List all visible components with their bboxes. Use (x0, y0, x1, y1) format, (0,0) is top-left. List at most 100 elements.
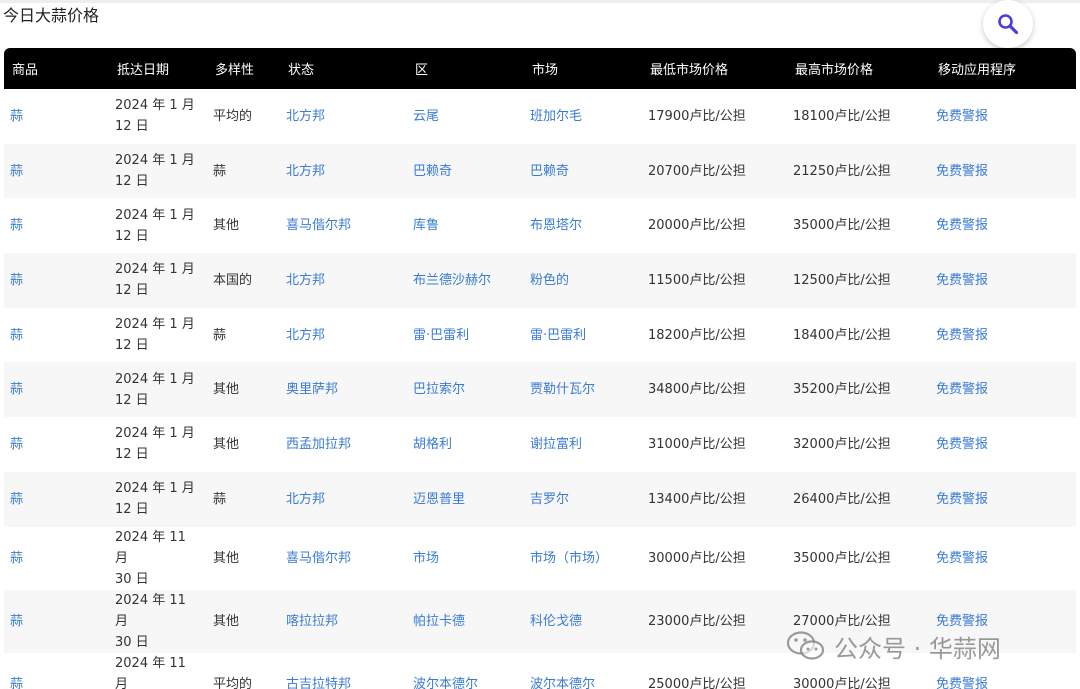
commodity-link[interactable]: 蒜 (10, 437, 23, 452)
column-header-min-price[interactable]: 最低市场价格 (642, 48, 787, 89)
max-price-cell: 35000卢比/公担 (787, 198, 930, 253)
state-link[interactable]: 喜马偕尔邦 (286, 551, 351, 566)
district-cell: 胡格利 (407, 417, 524, 472)
variety-cell: 其他 (213, 436, 240, 452)
free-alert-link[interactable]: 免费警报 (936, 551, 988, 566)
free-alert-link[interactable]: 免费警报 (936, 677, 988, 689)
commodity-link[interactable]: 蒜 (10, 614, 23, 629)
state-link[interactable]: 古吉拉特邦 (286, 677, 351, 689)
commodity-link[interactable]: 蒜 (10, 382, 23, 397)
state-link[interactable]: 北方邦 (286, 109, 325, 124)
district-link[interactable]: 库鲁 (413, 218, 439, 233)
arrival-date-line2: 12 日 (115, 447, 149, 463)
free-alert-cell: 免费警报 (930, 362, 1076, 417)
commodity-cell: 蒜 (4, 472, 109, 527)
market-cell: 谢拉富利 (524, 417, 642, 472)
table-header-row: 商品 抵达日期 多样性 状态 区 市场 最低市场价格 最高市场价格 移动应用程序 (4, 48, 1076, 89)
district-link[interactable]: 云尾 (413, 109, 439, 124)
min-price-cell: 18200卢比/公担 (648, 327, 746, 343)
district-link[interactable]: 迈恩普里 (413, 492, 465, 507)
column-header-max-price[interactable]: 最高市场价格 (787, 48, 930, 89)
commodity-link[interactable]: 蒜 (10, 109, 23, 124)
district-link[interactable]: 市场 (413, 551, 439, 566)
state-link[interactable]: 喜马偕尔邦 (286, 218, 351, 233)
market-cell: 布恩塔尔 (524, 198, 642, 253)
district-link[interactable]: 帕拉卡德 (413, 614, 465, 629)
market-link[interactable]: 雷·巴雷利 (530, 328, 586, 343)
commodity-link[interactable]: 蒜 (10, 273, 23, 288)
free-alert-link[interactable]: 免费警报 (936, 437, 988, 452)
state-link[interactable]: 北方邦 (286, 273, 325, 288)
market-link[interactable]: 班加尔毛 (530, 109, 582, 124)
market-link[interactable]: 巴赖奇 (530, 164, 569, 179)
variety-cell: 蒜 (213, 491, 227, 507)
state-link[interactable]: 喀拉拉邦 (286, 614, 338, 629)
min-price-cell: 23000卢比/公担 (642, 590, 787, 653)
column-header-arrival-date[interactable]: 抵达日期 (109, 48, 207, 89)
market-link[interactable]: 吉罗尔 (530, 492, 569, 507)
arrival-date-cell: 2024 年 1 月 12 日 (109, 308, 207, 363)
column-header-market[interactable]: 市场 (524, 48, 642, 89)
state-link[interactable]: 北方邦 (286, 492, 325, 507)
column-header-variety[interactable]: 多样性 (207, 48, 280, 89)
commodity-cell: 蒜 (4, 653, 109, 689)
commodity-link[interactable]: 蒜 (10, 492, 23, 507)
variety-cell: 蒜 (207, 472, 280, 527)
market-link[interactable]: 布恩塔尔 (530, 218, 582, 233)
district-cell: 雷·巴雷利 (407, 308, 524, 363)
arrival-date-cell: 2024 年 1 月 12 日 (109, 417, 207, 472)
market-link[interactable]: 粉色的 (530, 273, 569, 288)
district-link[interactable]: 胡格利 (413, 437, 452, 452)
district-link[interactable]: 布兰德沙赫尔 (413, 273, 491, 288)
variety-cell: 其他 (213, 613, 240, 629)
state-link[interactable]: 奥里萨邦 (286, 382, 338, 397)
search-button[interactable] (983, 0, 1033, 48)
state-cell: 喀拉拉邦 (280, 590, 407, 653)
commodity-link[interactable]: 蒜 (10, 164, 23, 179)
table-row: 蒜 2024 年 11 月 30 日 其他 喀拉拉邦 帕拉卡德 科伦戈德 23000卢比/公担… (4, 589, 1076, 653)
market-link[interactable]: 贾勒什瓦尔 (530, 382, 595, 397)
district-cell: 市场 (407, 527, 524, 590)
free-alert-link[interactable]: 免费警报 (936, 614, 988, 629)
district-link[interactable]: 波尔本德尔 (413, 677, 478, 689)
free-alert-link[interactable]: 免费警报 (936, 218, 988, 233)
column-header-state[interactable]: 状态 (280, 48, 407, 89)
max-price-cell: 30000卢比/公担 (787, 653, 930, 689)
market-link[interactable]: 科伦戈德 (530, 614, 582, 629)
state-cell: 西孟加拉邦 (280, 417, 407, 472)
max-price-cell: 18100卢比/公担 (787, 89, 930, 144)
market-link[interactable]: 谢拉富利 (530, 437, 582, 452)
commodity-link[interactable]: 蒜 (10, 328, 23, 343)
state-link[interactable]: 北方邦 (286, 328, 325, 343)
free-alert-link[interactable]: 免费警报 (936, 109, 988, 124)
free-alert-link[interactable]: 免费警报 (936, 492, 988, 507)
free-alert-link[interactable]: 免费警报 (936, 328, 988, 343)
market-link[interactable]: 市场（市场） (530, 551, 608, 566)
free-alert-cell: 免费警报 (930, 417, 1076, 472)
arrival-date: 2024 年 11 月30 日 (115, 653, 195, 689)
state-link[interactable]: 西孟加拉邦 (286, 437, 351, 452)
commodity-cell: 蒜 (4, 590, 109, 653)
free-alert-cell: 免费警报 (930, 89, 1076, 144)
commodity-cell: 蒜 (4, 362, 109, 417)
commodity-link[interactable]: 蒜 (10, 677, 23, 689)
free-alert-cell: 免费警报 (930, 308, 1076, 363)
column-header-mobile-app[interactable]: 移动应用程序 (930, 48, 1076, 89)
market-link[interactable]: 波尔本德尔 (530, 677, 595, 689)
commodity-link[interactable]: 蒜 (10, 551, 23, 566)
district-link[interactable]: 巴赖奇 (413, 164, 452, 179)
district-link[interactable]: 雷·巴雷利 (413, 328, 469, 343)
state-link[interactable]: 北方邦 (286, 164, 325, 179)
district-link[interactable]: 巴拉索尔 (413, 382, 465, 397)
state-cell: 喜马偕尔邦 (280, 198, 407, 253)
arrival-date-line2: 12 日 (115, 283, 149, 299)
arrival-date-cell: 2024 年 1 月 12 日 (109, 253, 207, 308)
state-cell: 北方邦 (280, 308, 407, 363)
free-alert-link[interactable]: 免费警报 (936, 382, 988, 397)
column-header-district[interactable]: 区 (407, 48, 524, 89)
column-header-commodity[interactable]: 商品 (4, 48, 109, 89)
free-alert-link[interactable]: 免费警报 (936, 164, 988, 179)
commodity-link[interactable]: 蒜 (10, 218, 23, 233)
free-alert-link[interactable]: 免费警报 (936, 273, 988, 288)
arrival-date-cell: 2024 年 1 月 12 日 (109, 362, 207, 417)
